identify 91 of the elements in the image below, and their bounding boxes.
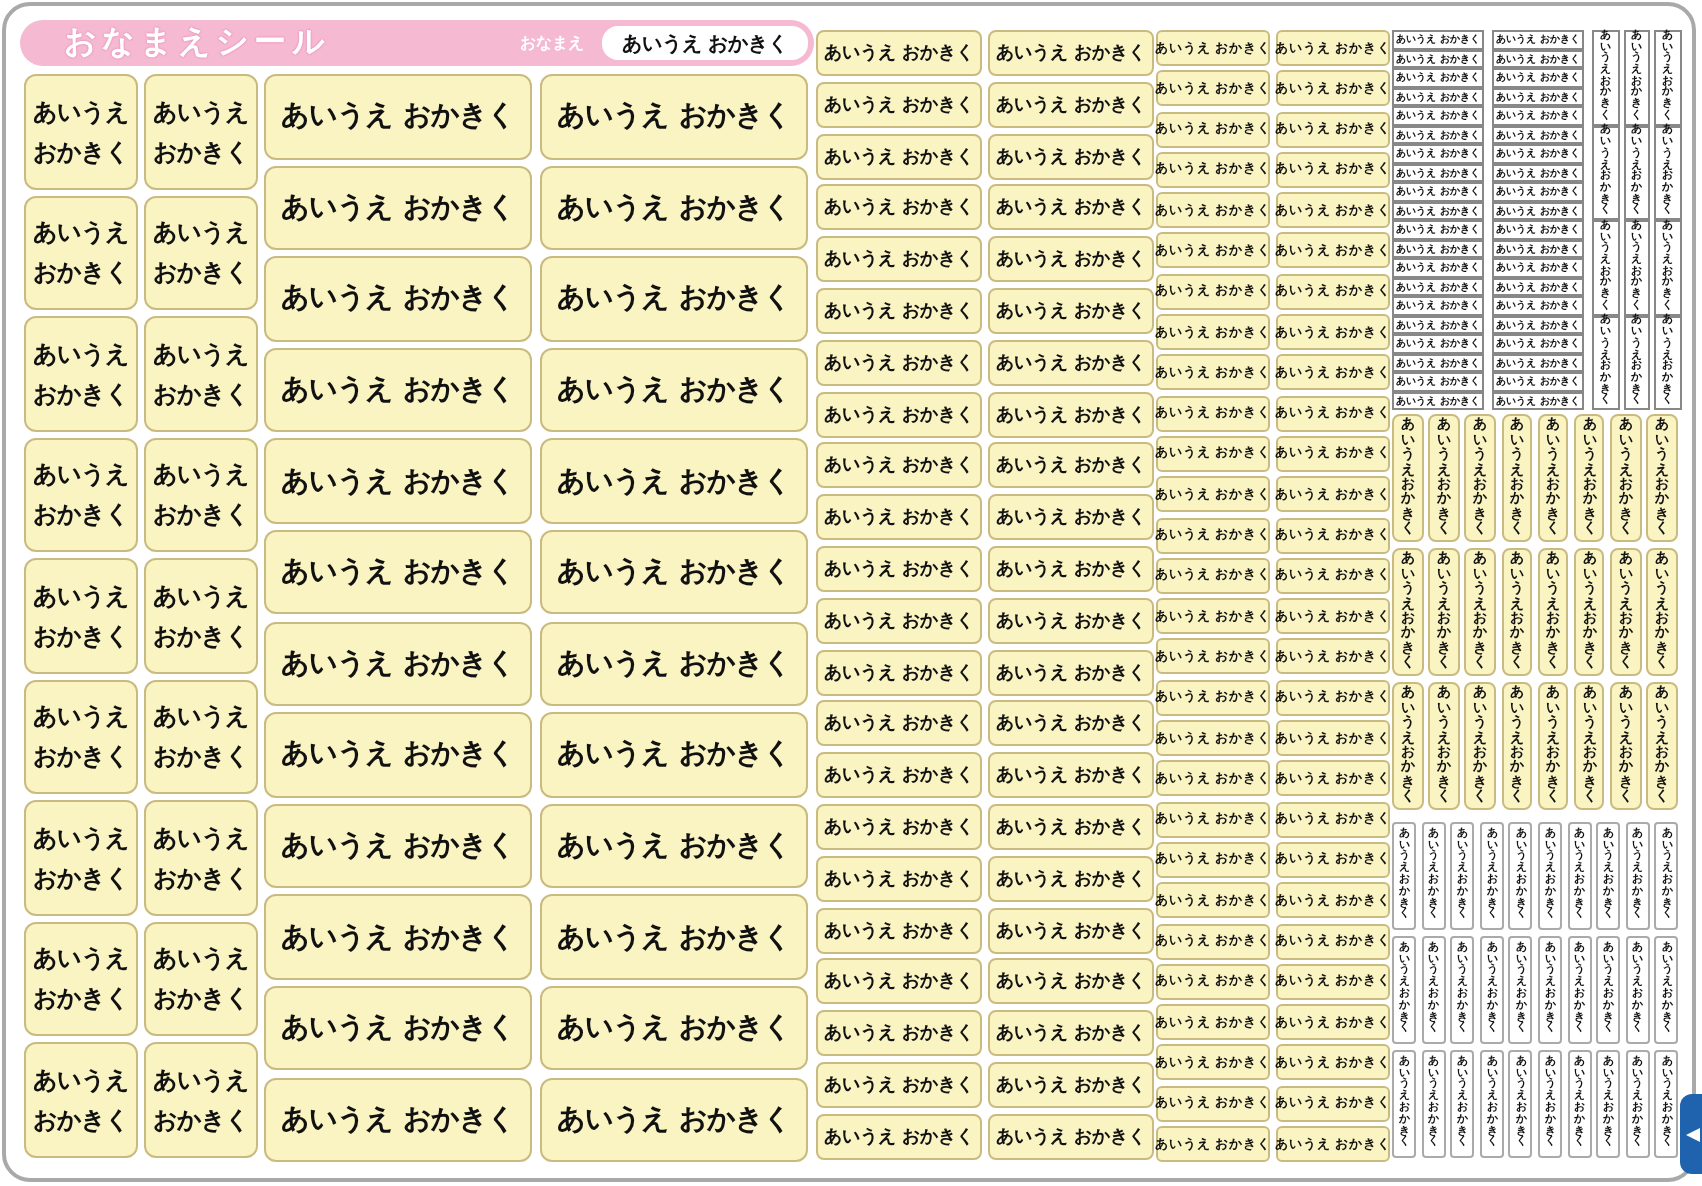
name-sticker: あいうえおかきく [144,558,258,673]
name-sticker: あいうえ おかきく [540,712,808,798]
name-sticker: あいうえ おかきく [540,74,808,159]
name-sticker: あいうえ おかきく [264,985,532,1071]
name-sticker: あいうえ おかきく [264,894,532,980]
name-sticker: あいうえおかきく [24,558,138,673]
name-sticker: あいうえ おかきく [816,442,982,489]
name-sticker: あいうえおかきく [24,437,138,552]
name-sticker: あいうえ おかきく [540,347,808,433]
name-sticker: あいうえおかきく [24,195,138,310]
name-sticker: あいうえ おかきく [988,855,1154,902]
name-sticker: あいうえ おかきく [264,438,532,524]
name-sticker: あいうえ おかきく [988,184,1154,231]
name-sticker: あいうえ おかきく [816,133,982,180]
name-sticker: あいうえおかきく [144,437,258,552]
name-sticker: あいうえ おかきく [264,712,532,798]
name-sticker: あいうえ おかきく [988,803,1154,850]
name-sticker: あいうえ おかきく [816,907,982,954]
name-sticker: あいうえ おかきく [264,1077,532,1163]
name-sticker: あいうえ おかきく [264,803,532,889]
name-sticker: あいうえ おかきく [988,1113,1154,1160]
name-sticker: あいうえ おかきく [540,165,808,251]
name-sticker: あいうえ おかきく [540,529,808,615]
name-sticker: あいうえ おかきく [816,649,982,696]
name-sticker: あいうえおかきく [144,74,258,189]
sheet-title: おなまえシール [64,22,332,64]
name-sticker: あいうえ おかきく [988,287,1154,334]
name-sticker: あいうえ おかきく [988,752,1154,799]
name-sticker: あいうえ おかきく [988,81,1154,128]
name-field[interactable]: あいうえ おかきく [602,26,808,60]
name-sticker: あいうえ おかきく [264,529,532,615]
name-sticker: あいうえ おかきく [988,907,1154,954]
name-sticker: あいうえ おかきく [816,803,982,850]
name-sticker: あいうえ おかきく [988,236,1154,283]
name-sticker: あいうえ おかきく [816,700,982,747]
name-sticker: あいうえおかきく [24,74,138,189]
name-sticker: あいうえ おかきく [264,165,532,251]
name-sticker: あいうえおかきく [144,921,258,1036]
name-sticker: あいうえ おかきく [816,1061,982,1108]
name-sticker: あいうえ おかきく [988,649,1154,696]
name-sticker: あいうえ おかきく [816,339,982,386]
name-sticker: あいうえおかきく [144,1042,258,1157]
name-sticker: あいうえおかきく [24,800,138,915]
name-sticker: あいうえ おかきく [264,621,532,707]
name-sticker: あいうえ おかきく [816,184,982,231]
name-sticker: あいうえ おかきく [816,236,982,283]
name-sticker: あいうえ おかきく [540,985,808,1071]
name-sticker: あいうえ おかきく [816,752,982,799]
name-sticker: あいうえ おかきく [816,855,982,902]
name-sticker: あいうえ おかきく [816,597,982,644]
name-sticker: あいうえ おかきく [988,133,1154,180]
name-sticker: あいうえ おかきく [988,597,1154,644]
name-sticker: あいうえおかきく [24,1042,138,1157]
arrow-icon [1685,1127,1699,1141]
name-sticker: あいうえ おかきく [264,74,532,159]
name-sticker: あいうえ おかきく [264,347,532,433]
name-sticker: あいうえ おかきく [816,958,982,1005]
name-sticker: あいうえおかきく [24,679,138,794]
name-sticker: あいうえ おかきく [816,391,982,438]
name-sticker: あいうえおかきく [144,195,258,310]
name-sticker: あいうえ おかきく [816,1113,982,1160]
name-sticker: あいうえ おかきく [988,391,1154,438]
name-sticker: あいうえ おかきく [988,1010,1154,1057]
name-sticker: あいうえ おかきく [540,438,808,524]
name-sticker: あいうえ おかきく [540,621,808,707]
name-sticker: あいうえ おかきく [540,894,808,980]
name-sticker: あいうえ おかきく [540,256,808,342]
name-sticker: あいうえ おかきく [988,30,1154,76]
name-sticker: あいうえ おかきく [816,81,982,128]
name-sticker: あいうえ おかきく [540,1077,808,1163]
page-tab[interactable] [1680,1094,1702,1174]
name-sticker: あいうえ おかきく [988,442,1154,489]
name-sticker: あいうえ おかきく [988,700,1154,747]
name-sticker: あいうえ おかきく [816,287,982,334]
name-sticker: あいうえ おかきく [988,494,1154,541]
name-sticker: あいうえ おかきく [540,803,808,889]
name-sticker: あいうえ おかきく [988,339,1154,386]
name-sticker: あいうえおかきく [24,316,138,431]
name-sticker: あいうえ おかきく [816,30,982,76]
name-sticker: あいうえおかきく [144,679,258,794]
name-sticker: あいうえ おかきく [988,958,1154,1005]
name-sticker: あいうえ おかきく [988,545,1154,592]
name-sticker: あいうえおかきく [144,316,258,431]
name-sticker: あいうえ おかきく [816,545,982,592]
name-sticker: あいうえ おかきく [264,256,532,342]
name-sticker: あいうえおかきく [144,800,258,915]
name-sticker: あいうえ おかきく [988,1061,1154,1108]
name-label: おなまえ [520,32,584,54]
name-sticker: あいうえ おかきく [816,494,982,541]
name-sticker: あいうえおかきく [24,921,138,1036]
name-sticker: あいうえ おかきく [816,1010,982,1057]
